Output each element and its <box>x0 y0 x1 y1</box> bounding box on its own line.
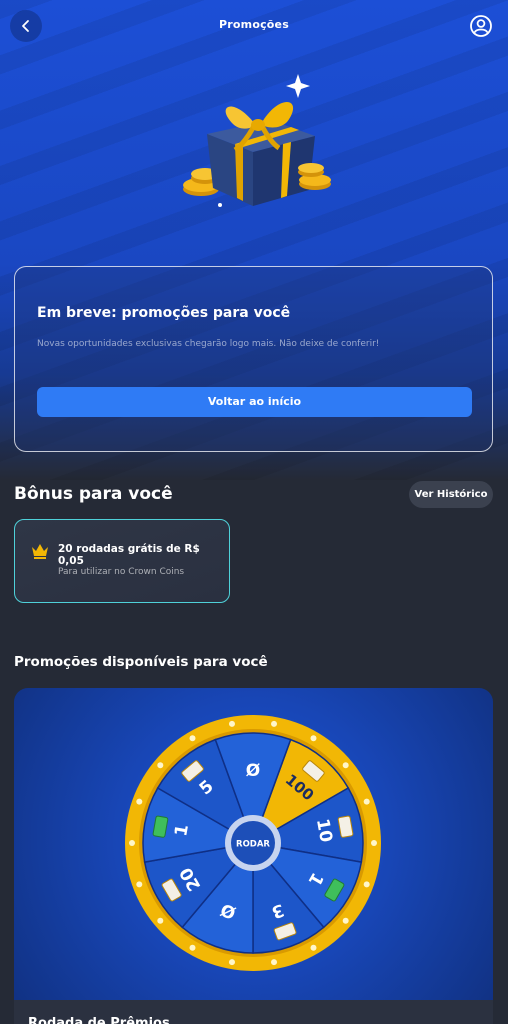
bonus-subtitle: Para utilizar no Crown Coins <box>58 567 185 577</box>
wheel-light <box>310 735 317 742</box>
bonus-title: 20 rodadas grátis de R$ 0,05 <box>58 543 200 567</box>
wheel-light <box>129 840 135 846</box>
wheel-light <box>228 959 235 966</box>
back-to-home-button[interactable]: Voltar ao início <box>37 387 472 417</box>
wheel-light <box>371 840 377 846</box>
spin-button-label: RODAR <box>236 840 270 850</box>
carousel-dot <box>218 203 222 207</box>
top-bar: Promoções <box>0 0 508 52</box>
user-circle-icon <box>470 15 492 37</box>
available-promotions-heading: Promoções disponíveis para você <box>14 654 268 670</box>
bonus-heading: Bônus para você <box>14 484 173 504</box>
wheel-segment-label: 10 <box>312 817 336 844</box>
crown-icon <box>32 544 48 559</box>
empty-state-title: Em breve: promoções para você <box>37 305 291 321</box>
hero-banner: Promoções Em breve: promoções para você … <box>0 0 508 480</box>
wheel-light <box>157 762 164 769</box>
view-history-button[interactable]: Ver Histórico <box>409 481 493 508</box>
wheel-light <box>363 798 370 805</box>
wheel-segment-label: Ø <box>246 761 260 781</box>
promotion-card-footer: Rodada de Prêmios <box>14 1000 493 1024</box>
wheel-light <box>189 735 196 742</box>
wheel-light <box>342 762 349 769</box>
gift-illustration <box>183 74 331 206</box>
empty-state-description: Novas oportunidades exclusivas chegarão … <box>37 339 380 349</box>
wheel-light <box>363 881 370 888</box>
wheel-light <box>189 944 196 951</box>
page-title: Promoções <box>219 18 289 31</box>
wheel-light <box>157 917 164 924</box>
coin-stack-right-icon <box>298 163 331 190</box>
wheel-light <box>310 944 317 951</box>
promotion-name: Rodada de Prêmios <box>28 1016 170 1024</box>
wheel-light <box>271 720 278 727</box>
wheel-light <box>136 881 143 888</box>
account-button[interactable] <box>466 11 496 41</box>
wheel-light <box>136 798 143 805</box>
empty-promotions-card: Em breve: promoções para você Novas opor… <box>14 266 493 452</box>
wheel-light <box>342 917 349 924</box>
wheel-light <box>271 959 278 966</box>
promotion-card[interactable]: 100 10 1 3 Ø 20 1 5 Ø RODAR Rodada de Prêmios <box>14 688 493 1024</box>
prize-wheel[interactable]: 1001013Ø2015ØRODAR <box>122 712 384 974</box>
wheel-light <box>228 720 235 727</box>
bonus-card[interactable]: 20 rodadas grátis de R$ 0,05 Para utiliz… <box>14 519 230 603</box>
